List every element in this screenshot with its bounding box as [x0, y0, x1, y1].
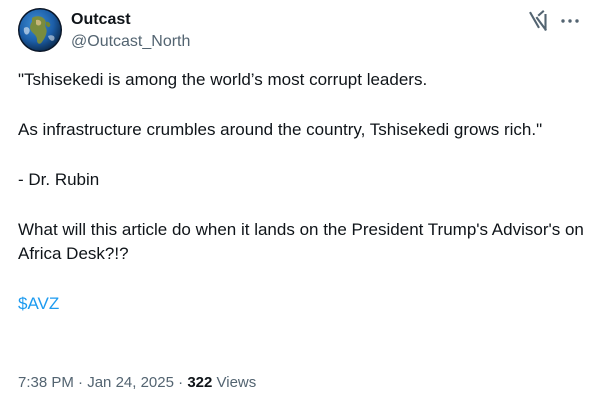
cashtag-link[interactable]: $AVZ — [18, 294, 59, 313]
earth-globe-avatar-icon — [18, 8, 62, 52]
tweet-paragraph: - Dr. Rubin — [18, 170, 100, 189]
views-label: Views — [216, 374, 257, 391]
cashtag-paragraph: $AVZ — [18, 292, 586, 316]
handle[interactable]: @Outcast_North — [71, 32, 190, 52]
tweet-paragraph: "Tshisekedi is among the world’s most co… — [18, 70, 428, 89]
tweet-paragraph: What will this article do when it lands … — [18, 220, 584, 263]
tweet-text: "Tshisekedi is among the world’s most co… — [18, 68, 586, 316]
author-block: Outcast @Outcast_North — [71, 10, 190, 52]
date: Jan 24, 2025 — [87, 374, 174, 391]
timestamp[interactable]: 7:38 PM · Jan 24, 2025 — [18, 374, 174, 391]
tweet-paragraph: As infrastructure crumbles around the co… — [18, 120, 543, 139]
tweet-meta: 7:38 PM · Jan 24, 2025 · 322 Views — [18, 373, 256, 393]
avatar[interactable] — [18, 8, 62, 52]
more-icon[interactable] — [558, 9, 582, 33]
separator: · — [178, 374, 184, 391]
display-name[interactable]: Outcast — [71, 10, 190, 30]
views-count: 322 — [187, 374, 213, 391]
tweet: Outcast @Outcast_North "Tshisekedi is am… — [0, 0, 598, 400]
separator: · — [78, 374, 84, 391]
grok-icon[interactable] — [526, 9, 550, 33]
time: 7:38 PM — [18, 374, 74, 391]
